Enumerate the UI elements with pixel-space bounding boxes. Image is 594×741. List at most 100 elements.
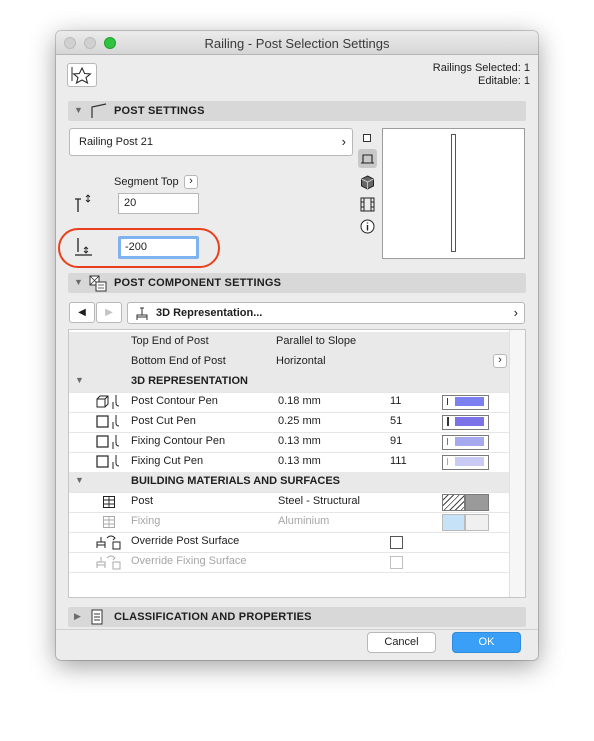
pen-size: 0.13 mm (278, 435, 321, 447)
favorites-button[interactable] (67, 63, 97, 87)
bottom-offset-value: -200 (125, 241, 148, 253)
table-row[interactable]: Post Cut Pen 0.25 mm 51 (69, 412, 509, 433)
classification-title: CLASSIFICATION AND PROPERTIES (114, 611, 312, 623)
cut-pen-icon (96, 415, 120, 429)
expand-triangle-icon: ▶ (74, 611, 81, 621)
post-component-settings-header[interactable]: ▼ POST COMPONENT SETTINGS (68, 273, 526, 293)
table-row[interactable]: Fixing Cut Pen 0.13 mm 111 (69, 452, 509, 473)
material-pattern-swatch[interactable] (442, 494, 465, 511)
row-value: Horizontal (276, 355, 326, 367)
pen-color-swatch[interactable] (442, 435, 489, 450)
pen-number: 51 (390, 415, 403, 427)
post-preview (382, 128, 525, 259)
document-icon (91, 609, 103, 625)
info-icon[interactable] (360, 219, 375, 234)
3d-view-icon[interactable] (360, 175, 375, 190)
collapse-triangle-icon: ▼ (74, 105, 83, 115)
chevron-right-icon: › (341, 134, 346, 149)
top-offset-input[interactable]: 20 (118, 193, 199, 214)
material-value: Aluminium (278, 515, 330, 527)
material-color-swatch[interactable] (465, 494, 489, 511)
override-post-surface-checkbox[interactable] (390, 536, 403, 549)
collapse-triangle-icon: ▼ (75, 475, 84, 485)
side-view-button[interactable] (358, 149, 377, 168)
table-row[interactable]: Override Post Surface (69, 532, 509, 553)
building-material-icon (103, 496, 115, 508)
post-type-selector[interactable]: Railing Post 21 › (69, 128, 353, 156)
building-material-icon (103, 516, 115, 528)
row-label: Post Contour Pen (131, 395, 218, 407)
pen-size: 0.25 mm (278, 415, 321, 427)
override-surface-icon (96, 535, 121, 550)
star-icon (71, 66, 92, 85)
table-row[interactable]: Bottom End of Post Horizontal › (69, 352, 509, 373)
paintbrush-icon (136, 307, 148, 320)
elevation-icon (361, 154, 374, 164)
triangle-left-icon: ◀ (78, 307, 86, 318)
collapse-triangle-icon: ▼ (75, 375, 84, 385)
material-pattern-swatch[interactable] (442, 514, 465, 531)
filmstrip-icon[interactable] (360, 197, 375, 212)
representation-header: 3D REPRESENTATION (131, 375, 248, 387)
override-fixing-surface-checkbox[interactable] (390, 556, 403, 569)
top-offset-icon (75, 194, 91, 212)
pen-color-swatch[interactable] (442, 455, 489, 470)
segment-top-label: Segment Top (114, 176, 179, 188)
table-row[interactable]: Override Fixing Surface (69, 552, 509, 573)
railings-selected-text: Railings Selected: 1 (432, 62, 530, 74)
settings-table: Top End of Post Parallel to Slope Bottom… (68, 329, 526, 598)
chevron-right-icon: › (513, 305, 518, 320)
page-selector-label: 3D Representation... (156, 307, 263, 319)
title-bar: Railing - Post Selection Settings (56, 31, 538, 55)
pen-size: 0.13 mm (278, 455, 321, 467)
row-label: Fixing (131, 515, 161, 527)
pen-color-swatch[interactable] (442, 395, 489, 410)
component-grid-icon (89, 275, 107, 292)
row-label: Bottom End of Post (131, 355, 226, 367)
window-title: Railing - Post Selection Settings (204, 36, 390, 51)
table-row[interactable]: Fixing Contour Pen 0.13 mm 91 (69, 432, 509, 453)
pen-number: 111 (390, 455, 407, 467)
materials-section-row[interactable]: ▼ BUILDING MATERIALS AND SURFACES (69, 472, 509, 493)
table-row[interactable]: Top End of Post Parallel to Slope (69, 332, 509, 353)
row-label: Post (131, 495, 154, 507)
next-page-button[interactable]: ▶ (96, 302, 122, 323)
pen-color-swatch[interactable] (442, 415, 489, 430)
post-settings-header[interactable]: ▼ POST SETTINGS (68, 101, 526, 121)
post-component-settings-title: POST COMPONENT SETTINGS (114, 277, 282, 289)
override-surface-icon (96, 555, 121, 570)
classification-header[interactable]: ▶ CLASSIFICATION AND PROPERTIES (68, 607, 526, 627)
railing-post-icon (91, 103, 107, 118)
triangle-right-icon: ▶ (105, 307, 113, 318)
contour-pen-icon (96, 395, 120, 409)
row-label: Override Fixing Surface (131, 555, 247, 567)
row-label: Post Cut Pen (131, 415, 196, 427)
material-color-swatch[interactable] (465, 514, 489, 531)
table-row[interactable]: Post Steel - Structural (69, 492, 509, 513)
bottom-end-menu-button[interactable]: › (493, 354, 507, 368)
footer-divider (56, 629, 538, 630)
representation-section-row[interactable]: ▼ 3D REPRESENTATION (69, 372, 509, 393)
top-offset-value: 20 (124, 197, 137, 209)
floor-plan-view-icon[interactable] (363, 134, 371, 142)
post-preview-shape (451, 134, 456, 252)
page-selector[interactable]: 3D Representation... › (127, 302, 525, 324)
pen-number: 11 (390, 395, 402, 407)
pen-number: 91 (390, 435, 403, 447)
cancel-button[interactable]: Cancel (367, 632, 436, 653)
row-label: Override Post Surface (131, 535, 240, 547)
pen-size: 0.18 mm (278, 395, 321, 407)
previous-page-button[interactable]: ◀ (69, 302, 95, 323)
table-row[interactable]: Post Contour Pen 0.18 mm 11 (69, 392, 509, 413)
row-label: Fixing Contour Pen (131, 435, 226, 447)
post-settings-title: POST SETTINGS (114, 105, 205, 117)
table-scrollbar[interactable] (509, 330, 525, 597)
table-row[interactable]: Fixing Aluminium (69, 512, 509, 533)
segment-top-menu-button[interactable]: › (184, 175, 198, 189)
ok-button[interactable]: OK (452, 632, 521, 653)
bottom-offset-input[interactable]: -200 (118, 236, 199, 259)
material-value: Steel - Structural (278, 495, 360, 507)
row-label: Fixing Cut Pen (131, 455, 204, 467)
post-type-label: Railing Post 21 (79, 136, 153, 148)
materials-header: BUILDING MATERIALS AND SURFACES (131, 475, 340, 487)
